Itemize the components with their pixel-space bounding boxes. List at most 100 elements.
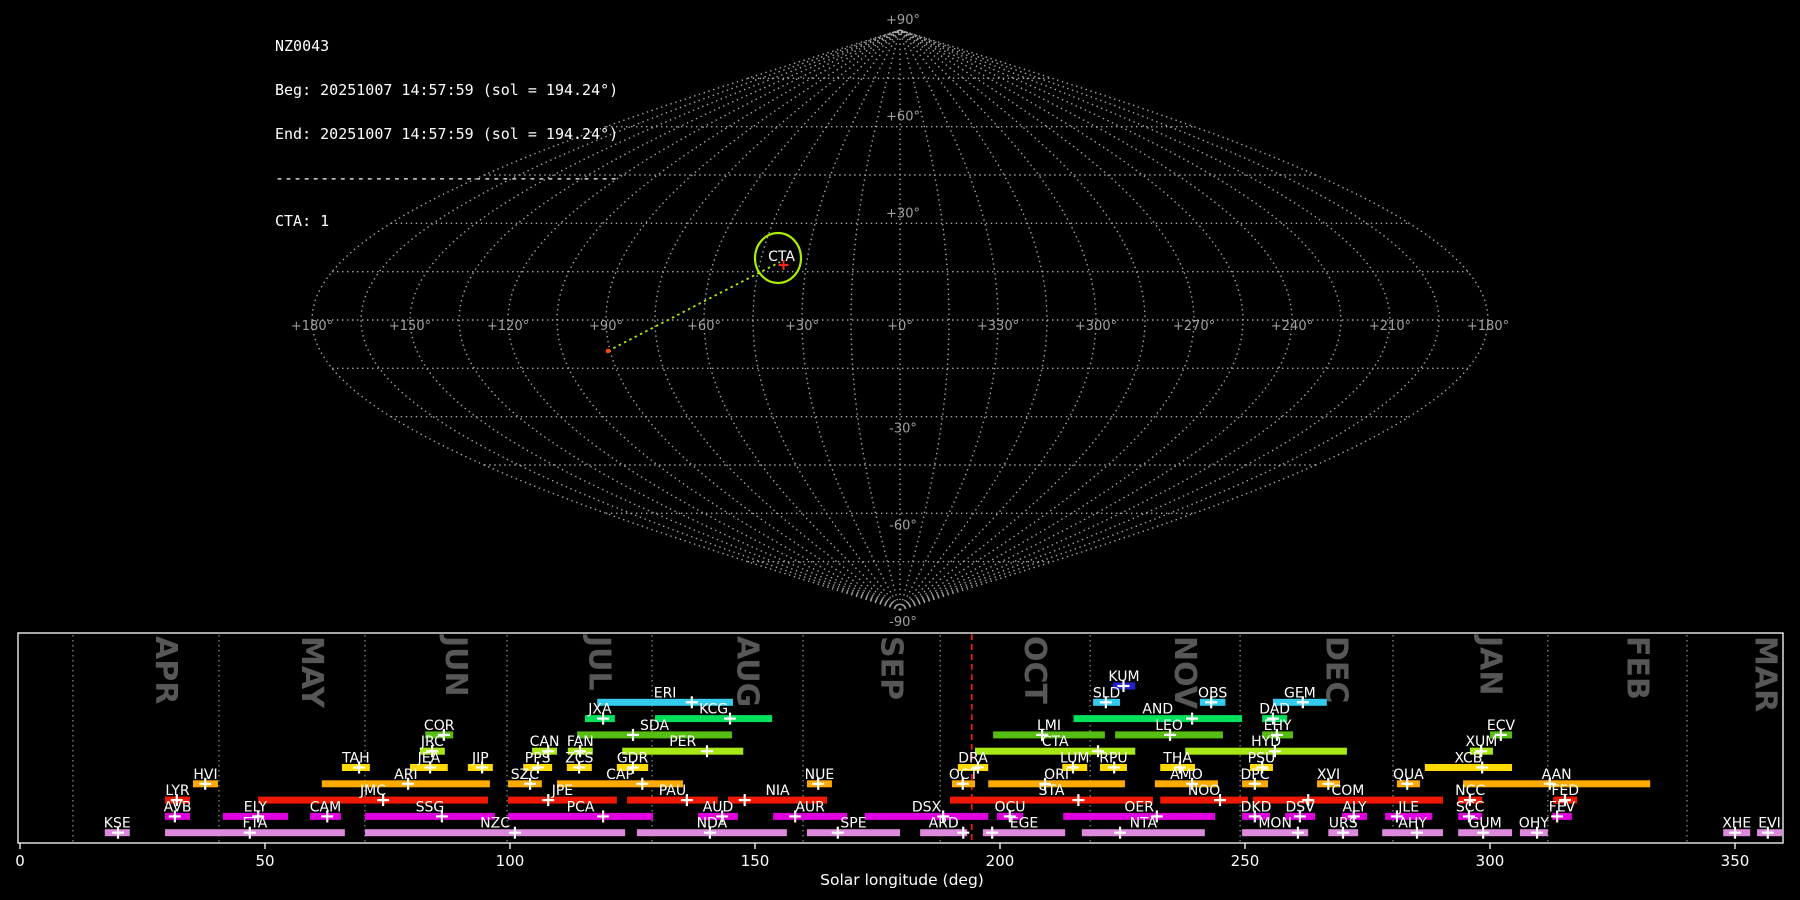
shower-label-SLD: SLD xyxy=(1093,685,1120,701)
shower-label-OCU: OCU xyxy=(995,799,1026,815)
latitude-label: +30° xyxy=(886,206,920,221)
latitude-label: -30° xyxy=(889,422,917,437)
latitude-label: -60° xyxy=(889,518,917,533)
shower-label-NCC: NCC xyxy=(1455,783,1485,799)
shower-SLD: SLD xyxy=(1093,685,1120,709)
cta-marker-label: CTA xyxy=(768,249,795,265)
shower-AVB: AVB xyxy=(164,799,191,823)
axis-title: Solar longitude (deg) xyxy=(820,871,984,889)
shower-label-COM: COM xyxy=(1331,783,1364,799)
shower-ZCS: ZCS xyxy=(565,751,594,774)
shower-label-LYR: LYR xyxy=(165,783,189,799)
shower-label-URS: URS xyxy=(1329,816,1358,832)
shower-label-JIP: JIP xyxy=(471,751,489,767)
axis-tick-label: 200 xyxy=(986,852,1015,870)
shower-label-CAN: CAN xyxy=(530,734,560,750)
month-label: MAY xyxy=(294,636,329,709)
shower-label-CAP: CAP xyxy=(606,767,634,783)
divider-line: -------------------------------------- xyxy=(275,168,619,187)
shower-label-AUD: AUD xyxy=(703,799,734,815)
longitude-label: +210° xyxy=(1369,319,1411,334)
month-label: AUG xyxy=(730,636,765,707)
shower-NDA: NDA xyxy=(636,816,787,839)
shower-label-COR: COR xyxy=(424,718,455,734)
shower-label-OER: OER xyxy=(1124,799,1154,815)
month-label: OCT xyxy=(1017,636,1052,705)
shower-label-HYD: HYD xyxy=(1251,734,1281,750)
shower-KSE: KSE xyxy=(104,816,131,839)
shower-label-ALY: ALY xyxy=(1342,799,1367,815)
shower-label-THA: THA xyxy=(1162,751,1192,767)
shower-label-FEV: FEV xyxy=(1549,799,1576,815)
longitude-label: +240° xyxy=(1271,319,1313,334)
axis-tick-label: 300 xyxy=(1476,852,1505,870)
latitude-label: +90° xyxy=(886,13,920,28)
axis-tick-label: 50 xyxy=(255,852,274,870)
shower-label-SSG: SSG xyxy=(416,799,445,815)
header-info-block: NZ0043 Beg: 20251007 14:57:59 (sol = 194… xyxy=(275,10,618,244)
shower-label-NDA: NDA xyxy=(697,816,728,832)
shower-label-AUR: AUR xyxy=(795,799,825,815)
shower-label-SZC: SZC xyxy=(511,767,539,783)
longitude-label: +60° xyxy=(687,319,721,334)
shower-label-QUA: QUA xyxy=(1393,767,1424,783)
shower-label-SPE: SPE xyxy=(840,816,866,832)
shower-label-XCB: XCB xyxy=(1454,751,1482,767)
shower-label-GUM: GUM xyxy=(1469,816,1502,832)
shower-EVI: EVI xyxy=(1757,816,1783,839)
shower-label-OHY: OHY xyxy=(1519,816,1550,832)
shower-label-DPC: DPC xyxy=(1241,767,1270,783)
shower-label-AMO: AMO xyxy=(1170,767,1203,783)
shower-label-LEO: LEO xyxy=(1155,718,1183,734)
shower-label-PPS: PPS xyxy=(525,751,551,767)
shower-label-PCA: PCA xyxy=(567,799,595,815)
shower-label-TAH: TAH xyxy=(341,751,370,767)
shower-label-RPU: RPU xyxy=(1099,751,1127,767)
shower-label-ARI: ARI xyxy=(394,767,417,783)
latitude-label: +60° xyxy=(886,110,920,125)
trail-start-dot xyxy=(605,348,611,354)
shower-label-FED: FED xyxy=(1551,783,1579,799)
shower-label-JEA: JEA xyxy=(417,751,441,767)
shower-label-KCG: KCG xyxy=(699,702,728,718)
shower-XCB: XCB xyxy=(1424,751,1513,774)
month-label: JUN xyxy=(438,634,473,697)
shower-OBS: OBS xyxy=(1198,685,1227,709)
shower-XHE: XHE xyxy=(1722,816,1751,839)
shower-label-PER: PER xyxy=(669,734,696,750)
shower-label-EHY: EHY xyxy=(1264,718,1292,734)
shower-SZC: SZC xyxy=(508,767,542,790)
shower-label-HVI: HVI xyxy=(193,767,217,783)
shower-DPC: DPC xyxy=(1241,767,1270,790)
shower-label-JXA: JXA xyxy=(587,702,612,718)
axis-tick-label: 0 xyxy=(15,852,25,870)
shower-label-JLE: JLE xyxy=(1397,799,1419,815)
shower-CAM: CAM xyxy=(310,799,341,823)
longitude-label: +180° xyxy=(1467,319,1509,334)
shower-label-FAN: FAN xyxy=(567,734,594,750)
shower-label-DKD: DKD xyxy=(1241,799,1272,815)
shower-label-PAU: PAU xyxy=(659,783,686,799)
shower-label-XVI: XVI xyxy=(1317,767,1340,783)
shower-label-SDA: SDA xyxy=(640,718,669,734)
month-label: JAN xyxy=(1472,634,1507,696)
shower-label-NZC: NZC xyxy=(480,816,510,832)
shower-label-AAN: AAN xyxy=(1542,767,1572,783)
shower-label-DSX: DSX xyxy=(912,799,942,815)
axis-tick-label: 350 xyxy=(1721,852,1750,870)
month-label: MAR xyxy=(1747,636,1782,712)
radiant-drift-trail xyxy=(607,261,781,352)
longitude-label: +180° xyxy=(291,319,333,334)
shower-label-ZCS: ZCS xyxy=(565,751,593,767)
shower-NUE: NUE xyxy=(805,767,835,790)
shower-label-GDR: GDR xyxy=(617,751,649,767)
shower-label-JPE: JPE xyxy=(551,783,573,799)
shower-label-AND: AND xyxy=(1142,702,1173,718)
month-label: SEP xyxy=(874,636,909,700)
shower-label-NUE: NUE xyxy=(805,767,835,783)
shower-label-ARD: ARD xyxy=(929,816,959,832)
shower-EGE: EGE xyxy=(982,816,1066,839)
shower-label-FTA: FTA xyxy=(243,816,268,832)
shower-row-10: KSE FTA NZC NDA SPE ARD EGE NTA MON URS AHY GUM OHY X… xyxy=(104,816,1783,839)
month-label: FEB xyxy=(1619,636,1654,700)
